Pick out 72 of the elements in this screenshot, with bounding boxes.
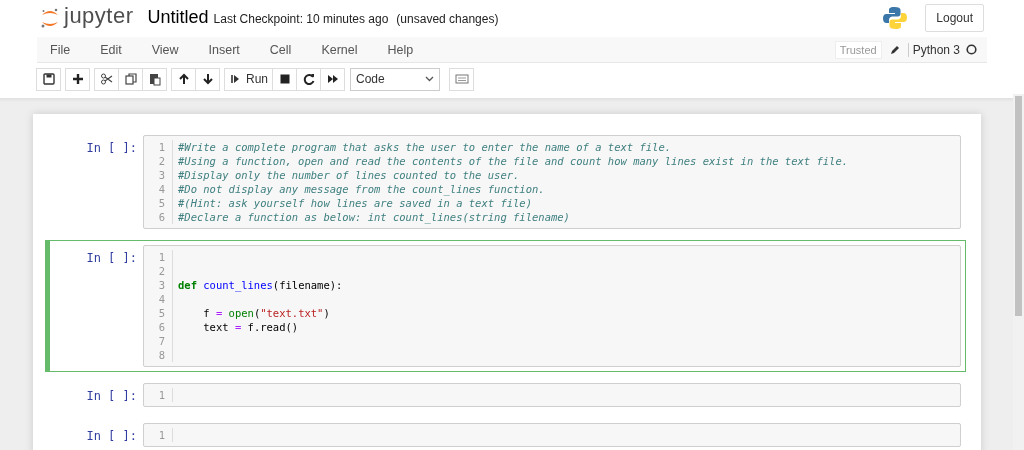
plus-icon [70, 72, 85, 86]
restart-button[interactable] [296, 67, 321, 91]
down-arrow-icon [200, 72, 215, 86]
line-number: 7 [157, 334, 166, 348]
add-cell-button[interactable] [65, 67, 90, 91]
menu-item[interactable]: File [50, 42, 71, 57]
python-logo-icon [883, 5, 908, 30]
code-editor[interactable] [143, 135, 961, 229]
last-checkpoint: Last Checkpoint: 10 minutes ago [213, 12, 389, 26]
menu-item[interactable]: Insert [208, 42, 240, 57]
pencil-icon[interactable] [889, 44, 900, 55]
line-number: 8 [157, 348, 166, 362]
copy-icon [123, 72, 138, 86]
line-number: 5 [157, 306, 166, 320]
line-number: 6 [157, 320, 166, 334]
input-prompt: In [ ]: [85, 428, 138, 445]
keyboard-icon [454, 74, 469, 84]
code-line: f = open("text.txt") [202, 306, 331, 320]
cut-button[interactable] [94, 67, 119, 91]
restart-icon [301, 72, 316, 86]
move-up-button[interactable] [171, 67, 196, 91]
run-button[interactable]: Run [224, 67, 273, 91]
notebook-name[interactable]: Untitled [147, 7, 209, 28]
save-icon [41, 72, 56, 86]
menu-item[interactable]: View [151, 42, 179, 57]
jupyter-logo-text[interactable]: jupyter [64, 2, 134, 29]
scrollbar-thumb[interactable] [1015, 96, 1022, 316]
code-cell[interactable]: In [ ]: 1 [45, 418, 966, 450]
line-number: 1 [157, 140, 166, 154]
run-all-button[interactable] [320, 67, 345, 91]
code-line: #Declare a function as below: int count_lines(string filename) [178, 210, 571, 224]
code-cell[interactable]: In [ ]: 1 2 3 4 5 6 7 8 def count_lines(filename): f = open("text.txt") text = f.read() [45, 240, 966, 372]
code-line: #Display only the number of lines counted to the user. [178, 168, 521, 182]
code-line: #Using a function, open and read the contents of the file and count how many lines exist in the text file. [178, 154, 849, 168]
line-number: 4 [157, 292, 166, 306]
code-line: #(Hint: ask yourself how lines are saved in a text file) [178, 196, 533, 210]
line-number: 6 [157, 210, 166, 224]
menu-item[interactable]: Kernel [321, 42, 358, 57]
fast-forward-icon [325, 72, 340, 86]
line-number: 4 [157, 182, 166, 196]
code-editor[interactable]: 1 2 3 4 5 6 7 8 def count_lines(filename): f = open("text.txt") text = f.read() [143, 245, 961, 367]
line-number: 1 [157, 428, 166, 442]
line-number: 1 [157, 250, 166, 264]
line-number: 5 [157, 196, 166, 210]
save-status: (unsaved changes) [396, 12, 499, 26]
code-cell[interactable]: In [ ]: 1 [45, 378, 966, 412]
line-number: 1 [157, 388, 166, 402]
paste-button[interactable] [142, 67, 167, 91]
line-number: 2 [157, 154, 166, 168]
interrupt-button[interactable] [272, 67, 297, 91]
chevron-down-icon [425, 76, 434, 82]
line-number: 3 [157, 168, 166, 182]
save-button[interactable] [36, 67, 61, 91]
code-line: #Write a complete program that asks the user to enter the name of a text file. [178, 140, 673, 154]
code-line: def count_lines(filename): [178, 278, 343, 292]
move-down-button[interactable] [195, 67, 220, 91]
code-line: #Do not display any message from the count_lines function. [178, 182, 546, 196]
menu-item[interactable]: Help [387, 42, 414, 57]
menu-item[interactable]: Edit [100, 42, 122, 57]
kernel-name: Python 3 [907, 42, 960, 57]
code-line: text = f.read() [202, 320, 300, 334]
input-prompt: In [ ]: [85, 140, 138, 157]
paste-icon [147, 72, 162, 86]
cell-type-dropdown[interactable]: Code [350, 67, 440, 91]
input-prompt: In [ ]: [85, 250, 138, 267]
line-number: 2 [157, 264, 166, 278]
input-prompt: In [ ]: [85, 388, 138, 405]
scissors-icon [99, 72, 114, 86]
menu-item[interactable]: Cell [269, 42, 292, 57]
logout-button[interactable]: Logout [925, 3, 984, 32]
jupyter-logo-icon [40, 6, 60, 29]
line-number: 3 [157, 278, 166, 292]
